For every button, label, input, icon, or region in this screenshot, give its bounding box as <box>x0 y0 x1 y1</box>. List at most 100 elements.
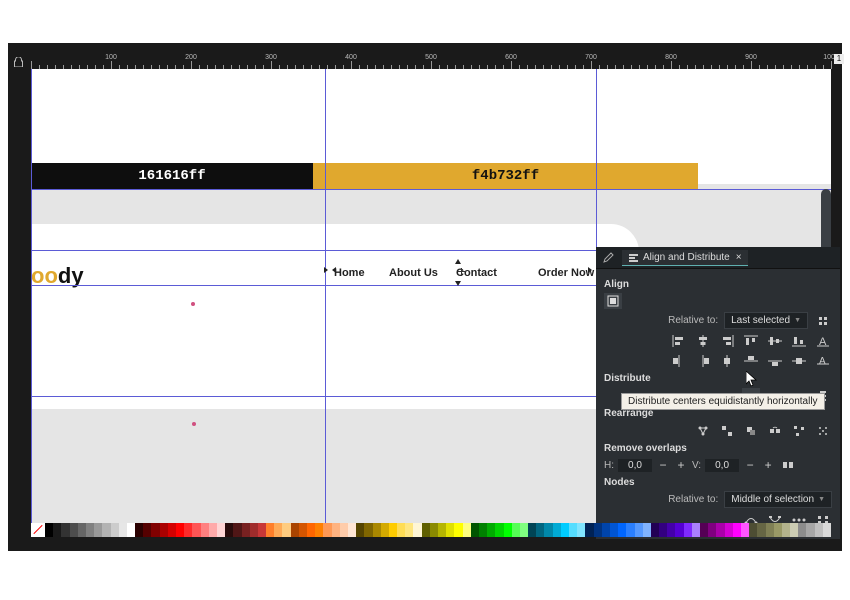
color-swatch[interactable] <box>708 523 716 537</box>
color-swatch[interactable] <box>168 523 176 537</box>
h-plus-button[interactable]: + <box>674 458 688 472</box>
color-swatch[interactable] <box>675 523 683 537</box>
color-swatch[interactable] <box>61 523 69 537</box>
scale-handle-s[interactable] <box>452 276 464 288</box>
exchange-rotate-button[interactable] <box>766 423 784 439</box>
ruler-horizontal[interactable]: 1002003004005006007008009001000 <box>31 51 831 69</box>
color-swatch[interactable] <box>454 523 462 537</box>
color-swatch[interactable] <box>373 523 381 537</box>
remove-overlaps-button[interactable] <box>779 457 797 473</box>
edit-icon[interactable] <box>602 252 614 264</box>
nav-item-home[interactable]: Home <box>334 267 365 279</box>
color-swatch[interactable] <box>757 523 765 537</box>
color-swatch[interactable] <box>446 523 454 537</box>
color-swatch[interactable] <box>749 523 757 537</box>
color-swatch[interactable] <box>397 523 405 537</box>
color-swatch[interactable] <box>487 523 495 537</box>
swatch-none[interactable] <box>31 523 45 537</box>
h-value-input[interactable]: 0,0 <box>618 459 652 472</box>
color-swatch[interactable] <box>45 523 53 537</box>
color-swatch[interactable] <box>700 523 708 537</box>
color-swatch[interactable] <box>299 523 307 537</box>
color-swatch[interactable] <box>266 523 274 537</box>
color-swatch[interactable] <box>577 523 585 537</box>
color-swatch[interactable] <box>176 523 184 537</box>
guide-horizontal[interactable] <box>31 189 831 190</box>
color-swatch[interactable] <box>651 523 659 537</box>
close-icon[interactable]: × <box>736 252 742 263</box>
color-swatch[interactable] <box>102 523 110 537</box>
color-swatch[interactable] <box>282 523 290 537</box>
color-swatch[interactable] <box>716 523 724 537</box>
swatch-yellow-bar[interactable]: f4b732ff <box>313 163 698 189</box>
color-swatch[interactable] <box>307 523 315 537</box>
color-swatch[interactable] <box>602 523 610 537</box>
color-swatch[interactable] <box>815 523 823 537</box>
color-swatch[interactable] <box>766 523 774 537</box>
color-swatch[interactable] <box>790 523 798 537</box>
color-swatch[interactable] <box>413 523 421 537</box>
color-swatch[interactable] <box>512 523 520 537</box>
color-swatch[interactable] <box>823 523 831 537</box>
color-swatch[interactable] <box>143 523 151 537</box>
exchange-pos-button[interactable] <box>718 423 736 439</box>
ruler-vertical[interactable] <box>14 69 31 539</box>
relative-to-dropdown[interactable]: Last selected▼ <box>724 312 808 329</box>
color-swatch[interactable] <box>553 523 561 537</box>
color-swatch[interactable] <box>618 523 626 537</box>
color-swatch[interactable] <box>217 523 225 537</box>
color-swatch[interactable] <box>463 523 471 537</box>
color-swatch[interactable] <box>422 523 430 537</box>
color-swatch[interactable] <box>528 523 536 537</box>
color-swatch[interactable] <box>315 523 323 537</box>
color-swatch[interactable] <box>733 523 741 537</box>
randomize-button[interactable] <box>790 423 808 439</box>
color-swatch[interactable] <box>561 523 569 537</box>
color-swatch[interactable] <box>667 523 675 537</box>
color-swatch[interactable] <box>438 523 446 537</box>
align-text-baseline-button[interactable]: A <box>814 353 832 369</box>
color-swatch[interactable] <box>479 523 487 537</box>
color-swatch[interactable] <box>151 523 159 537</box>
color-swatch[interactable] <box>184 523 192 537</box>
align-top-out-button[interactable] <box>742 353 760 369</box>
v-plus-button[interactable]: + <box>761 458 775 472</box>
color-swatch[interactable] <box>471 523 479 537</box>
color-swatch[interactable] <box>381 523 389 537</box>
color-swatch[interactable] <box>356 523 364 537</box>
color-swatch[interactable] <box>94 523 102 537</box>
color-swatch[interactable] <box>209 523 217 537</box>
color-swatch[interactable] <box>242 523 250 537</box>
swatch-black-bar[interactable]: 161616ff <box>31 163 313 189</box>
color-swatch[interactable] <box>70 523 78 537</box>
color-swatch[interactable] <box>536 523 544 537</box>
color-swatch[interactable] <box>332 523 340 537</box>
color-swatch[interactable] <box>684 523 692 537</box>
color-swatch[interactable] <box>585 523 593 537</box>
graph-layout-button[interactable] <box>694 423 712 439</box>
align-mode-bbox-button[interactable] <box>604 293 622 309</box>
center-page-v-button[interactable] <box>790 353 808 369</box>
align-text-button[interactable]: A <box>814 333 832 349</box>
nav-item-about[interactable]: About Us <box>389 267 438 279</box>
content-card[interactable] <box>31 224 639 409</box>
align-bottom-out-button[interactable] <box>766 353 784 369</box>
scale-handle-w[interactable] <box>324 264 336 276</box>
color-swatch[interactable] <box>544 523 552 537</box>
nav-item-order[interactable]: Order Now <box>538 267 594 279</box>
color-swatch[interactable] <box>798 523 806 537</box>
align-right-button[interactable] <box>718 333 736 349</box>
color-swatch[interactable] <box>643 523 651 537</box>
guide-vertical[interactable] <box>325 69 326 523</box>
color-swatch[interactable] <box>233 523 241 537</box>
color-swatch[interactable] <box>135 523 143 537</box>
color-swatch[interactable] <box>364 523 372 537</box>
color-swatch[interactable] <box>160 523 168 537</box>
color-swatch[interactable] <box>274 523 282 537</box>
color-swatch[interactable] <box>291 523 299 537</box>
color-swatch[interactable] <box>782 523 790 537</box>
color-swatch[interactable] <box>225 523 233 537</box>
align-center-h-button[interactable] <box>694 333 712 349</box>
color-swatch[interactable] <box>741 523 749 537</box>
treat-as-group-button[interactable] <box>814 313 832 329</box>
